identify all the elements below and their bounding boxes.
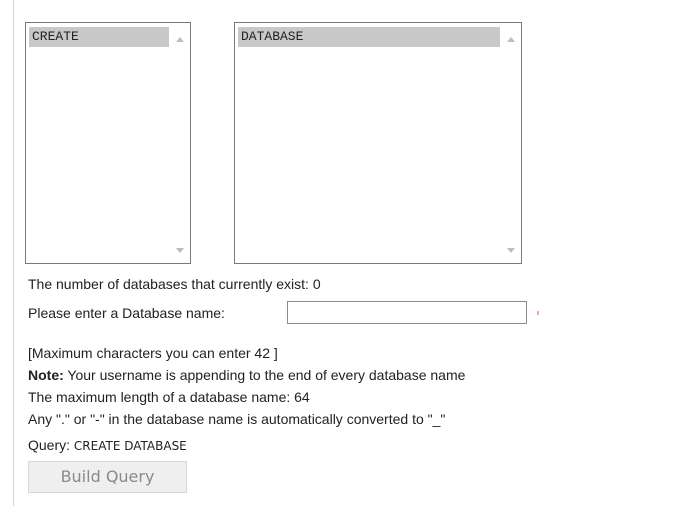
note-line: Note: Your username is appending to the … [28, 367, 465, 384]
database-listbox-scrollbar[interactable] [501, 23, 521, 263]
database-name-label: Please enter a Database name: [28, 305, 225, 321]
scroll-down-arrow-icon[interactable] [507, 248, 515, 253]
build-query-button[interactable]: Build Query [28, 461, 187, 493]
query-line: Query: CREATE DATABASE [28, 437, 187, 455]
query-label: Query: [28, 437, 74, 453]
database-listbox[interactable]: DATABASE [234, 22, 522, 264]
max-length-text: The maximum length of a database name: 6… [28, 389, 310, 405]
note-text: Your username is appending to the end of… [63, 367, 466, 383]
max-characters-text: [Maximum characters you can enter 42 ] [28, 345, 278, 361]
create-option[interactable]: CREATE [29, 27, 169, 47]
create-listbox[interactable]: CREATE [25, 22, 191, 264]
left-divider [13, 0, 14, 506]
validation-indicator [537, 311, 539, 315]
scroll-up-arrow-icon[interactable] [507, 37, 515, 42]
scroll-down-arrow-icon[interactable] [176, 248, 184, 253]
create-listbox-scrollbar[interactable] [170, 23, 190, 263]
conversion-note-text: Any "." or "-" in the database name is a… [28, 411, 446, 427]
database-count-text: The number of databases that currently e… [28, 276, 321, 292]
database-name-input[interactable] [287, 301, 527, 324]
note-label: Note: [28, 367, 64, 383]
scroll-up-arrow-icon[interactable] [176, 37, 184, 42]
database-option[interactable]: DATABASE [238, 27, 500, 47]
query-value: CREATE DATABASE [73, 439, 187, 453]
